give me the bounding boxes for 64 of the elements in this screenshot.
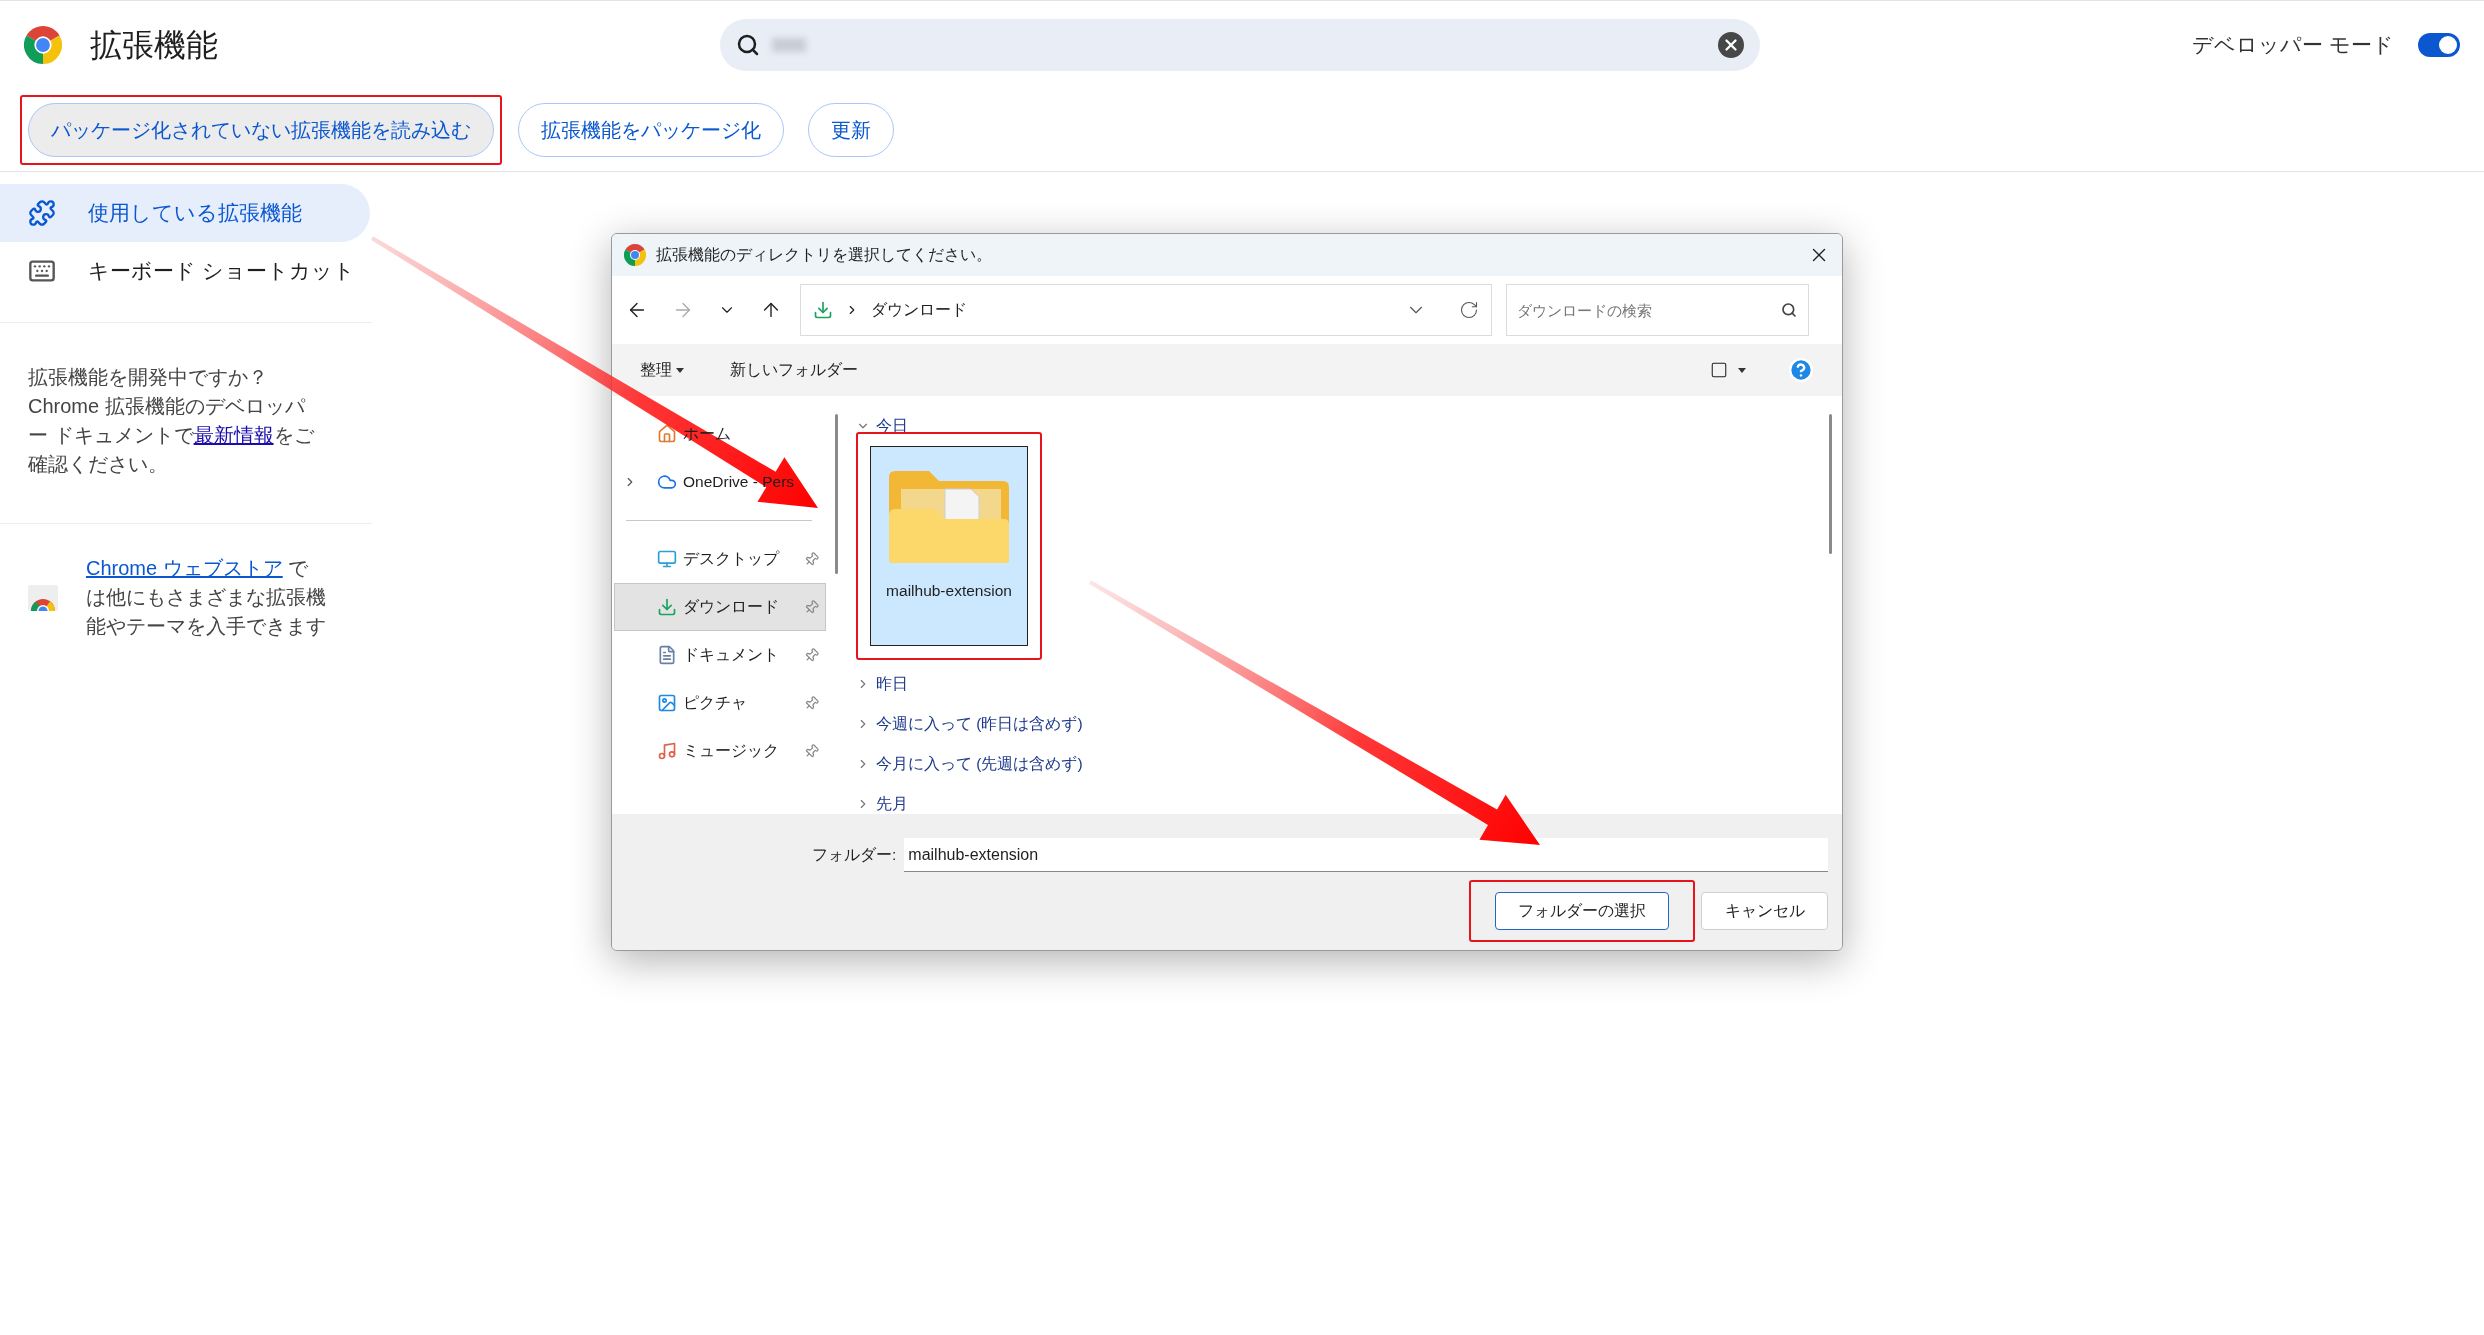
group-header[interactable]: 昨日 [856, 664, 1818, 704]
navigation-label: ミュージック [683, 741, 780, 762]
address-path: ダウンロード [871, 300, 967, 320]
scrollbar[interactable] [834, 414, 838, 574]
navigation-item[interactable]: ダウンロード [614, 583, 826, 631]
page-title: 拡張機能 [90, 25, 218, 65]
navigation-label: ホーム [683, 424, 732, 445]
view-options-button[interactable] [1710, 361, 1746, 379]
navigation-item[interactable]: ピクチャ [614, 679, 826, 727]
extensions-icon [28, 199, 56, 227]
developer-mode-label: デベロッパー モード [2192, 31, 2394, 58]
webstore-link[interactable]: Chrome ウェブストア [86, 557, 283, 579]
sidebar-item[interactable]: 使用している拡張機能 [0, 184, 370, 242]
group-header[interactable]: 今月に入って (先週は含めず) [856, 744, 1818, 784]
group-header[interactable]: 今週に入って (昨日は含めず) [856, 704, 1818, 744]
refresh-icon[interactable] [1459, 300, 1479, 320]
help-icon[interactable] [1788, 357, 1814, 383]
toolbar-button[interactable]: 更新 [808, 102, 894, 157]
navigation-label: OneDrive - Pers [683, 472, 796, 493]
command-button[interactable]: 整理 [640, 358, 684, 382]
navigation-label: ピクチャ [683, 693, 748, 714]
document-icon [657, 645, 677, 665]
scrollbar[interactable] [1828, 414, 1832, 554]
webstore-icon [28, 584, 58, 611]
dialog-button[interactable]: キャンセル [1701, 892, 1828, 930]
cloud-icon [657, 472, 677, 492]
search-field[interactable] [720, 18, 1760, 71]
dialog-button[interactable]: フォルダーの選択 [1495, 892, 1669, 930]
toolbar-button[interactable]: パッケージ化されていない拡張機能を読み込む [28, 102, 494, 157]
search-icon [1781, 302, 1797, 318]
folder-name-field[interactable]: mailhub-extension [904, 838, 1828, 872]
dialog-title: 拡張機能のディレクトリを選択してください。 [656, 245, 992, 265]
webstore-note: Chrome ウェブストア では他にもさまざまな拡張機能やテーマを入手できます [86, 556, 326, 639]
clear-icon[interactable] [1718, 31, 1744, 58]
folder-tile[interactable]: mailhub-extension [870, 446, 1028, 646]
command-button[interactable]: 新しいフォルダー [730, 358, 858, 382]
navigation-item[interactable]: デスクトップ [614, 535, 826, 583]
chrome-logo-icon [624, 244, 646, 266]
dialog-search-field[interactable]: ダウンロードの検索 [1506, 284, 1809, 336]
developer-mode-toggle[interactable] [2418, 32, 2460, 57]
folder-label: フォルダー: [812, 845, 897, 866]
navigation-label: ダウンロード [683, 597, 780, 618]
navigation-item[interactable]: ミュージック [614, 727, 826, 775]
navigation-item[interactable]: OneDrive - Pers [614, 458, 826, 506]
developer-note: 拡張機能を開発中ですか？Chrome 拡張機能のデベロッパー ドキュメントで最新情報をご確認ください。 [28, 365, 315, 477]
sidebar-item[interactable]: キーボード ショートカット [0, 242, 370, 300]
folder-name: mailhub-extension [885, 581, 1013, 601]
download-icon [813, 300, 833, 320]
navigation-label: デスクトップ [683, 549, 781, 570]
toolbar-button[interactable]: 拡張機能をパッケージ化 [518, 102, 784, 157]
picture-icon [657, 693, 677, 713]
caret-icon [676, 367, 684, 373]
home-icon [657, 424, 677, 444]
chrome-logo-icon [24, 25, 62, 64]
desktop-icon [657, 549, 677, 569]
search-icon [736, 32, 760, 57]
navigation-item[interactable]: ホーム [614, 410, 826, 458]
navigation-label: ドキュメント [683, 645, 780, 666]
group-header[interactable]: 先月 [856, 784, 1818, 824]
download-icon [657, 597, 677, 617]
latest-info-link[interactable]: 最新情報 [193, 424, 274, 446]
navigation-item[interactable]: ドキュメント [614, 631, 826, 679]
music-icon [657, 741, 677, 761]
address-bar[interactable]: ダウンロード [800, 284, 1492, 336]
